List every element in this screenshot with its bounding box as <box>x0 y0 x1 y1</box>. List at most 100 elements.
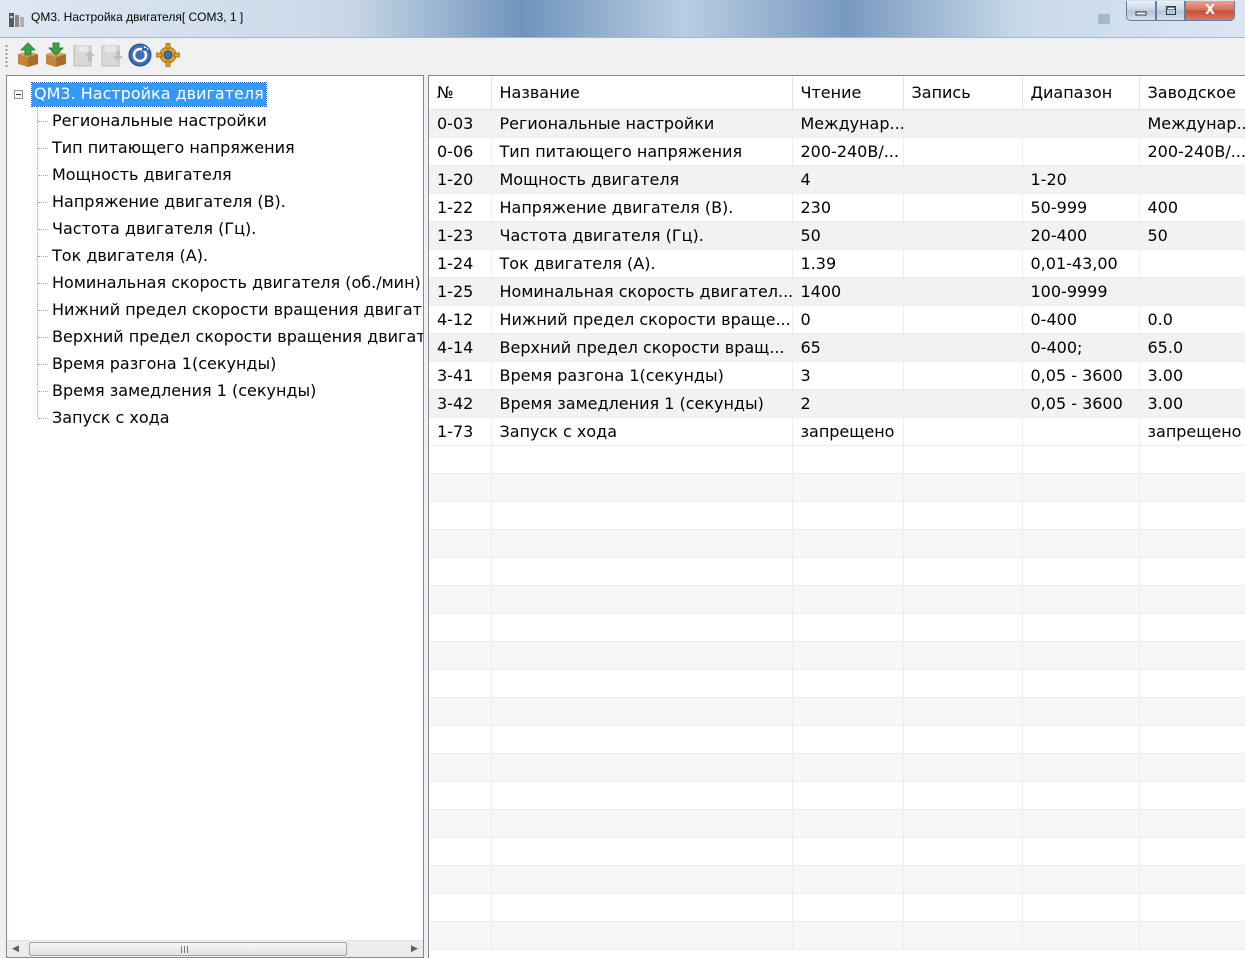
cell-factory: 200-240В/... <box>1139 137 1245 166</box>
cell-write[interactable] <box>903 277 1023 306</box>
tree-item[interactable]: Время замедления 1 (секунды) <box>7 378 423 405</box>
table-row[interactable]: 0-06 Тип питающего напряжения 200-240В/.… <box>429 137 1245 166</box>
table-row[interactable]: 1-23 Частота двигателя (Гц). 50 20-400 5… <box>429 221 1245 250</box>
grid-column-separator <box>903 474 904 502</box>
cell-write[interactable] <box>903 389 1023 418</box>
grid-column-separator <box>1139 698 1140 726</box>
cell-name: Тип питающего напряжения <box>491 137 793 166</box>
window-title: QM3. Настройка двигателя[ COM3, 1 ] <box>31 10 244 24</box>
tree-item[interactable]: Мощность двигателя <box>7 162 423 189</box>
upload-disabled-icon <box>73 45 95 67</box>
cell-factory: 3.00 <box>1139 361 1245 390</box>
tree-item[interactable]: Тип питающего напряжения <box>7 135 423 162</box>
grid-column-separator <box>903 558 904 586</box>
cell-write[interactable] <box>903 333 1023 362</box>
toolbar <box>0 38 1245 74</box>
cell-name: Нижний предел скорости враще... <box>491 305 793 334</box>
tree-item-label: Запуск с хода <box>52 408 170 427</box>
column-header-number[interactable]: № <box>429 76 492 110</box>
empty-grid-row <box>429 586 1245 614</box>
collapse-icon[interactable] <box>14 90 23 99</box>
grid-column-separator <box>1022 446 1023 474</box>
title-bar[interactable]: QM3. Настройка двигателя[ COM3, 1 ] X <box>0 0 1245 38</box>
cell-write[interactable] <box>903 361 1023 390</box>
tree-item[interactable]: Время разгона 1(секунды) <box>7 351 423 378</box>
column-header-write[interactable]: Запись <box>903 76 1023 110</box>
settings-icon <box>156 43 180 67</box>
grid-column-separator <box>1139 922 1140 950</box>
refresh-button[interactable] <box>127 42 153 68</box>
table-row[interactable]: 1-73 Запуск с хода запрещено запрещено <box>429 417 1245 446</box>
tree-item[interactable]: Номинальная скорость двигателя (об./мин) <box>7 270 423 297</box>
cell-name: Ток двигателя (А). <box>491 249 793 278</box>
cell-write[interactable] <box>903 249 1023 278</box>
horizontal-scrollbar[interactable]: ◀ ▶ <box>7 940 423 957</box>
tree-item[interactable]: Ток двигателя (А). <box>7 243 423 270</box>
cell-write[interactable] <box>903 109 1023 138</box>
table-row[interactable]: 1-24 Ток двигателя (А). 1.39 0,01-43,00 <box>429 249 1245 278</box>
cell-number: 1-20 <box>429 165 492 194</box>
table-row[interactable]: 0-03 Региональные настройки Междунар... … <box>429 109 1245 138</box>
tree-item-label: Региональные настройки <box>52 111 267 130</box>
cell-name: Номинальная скорость двигател... <box>491 277 793 306</box>
tree-branch-line <box>38 391 48 392</box>
grid-column-separator <box>792 530 793 558</box>
scrollbar-thumb[interactable] <box>29 942 347 956</box>
column-header-read[interactable]: Чтение <box>792 76 904 110</box>
parameter-tree[interactable]: QM3. Настройка двигателя Региональные на… <box>6 75 424 958</box>
cell-write[interactable] <box>903 165 1023 194</box>
download-button[interactable] <box>43 42 69 68</box>
tree-item[interactable]: Запуск с хода <box>7 405 423 432</box>
tree-item[interactable]: Напряжение двигателя (В). <box>7 189 423 216</box>
cell-write[interactable] <box>903 305 1023 334</box>
scroll-left-icon[interactable]: ◀ <box>7 941 24 957</box>
cell-write[interactable] <box>903 137 1023 166</box>
grid-column-separator <box>903 894 904 922</box>
cell-write[interactable] <box>903 417 1023 446</box>
table-row[interactable]: 4-12 Нижний предел скорости враще... 0 0… <box>429 305 1245 334</box>
column-header-range[interactable]: Диапазон <box>1022 76 1140 110</box>
table-row[interactable]: 4-14 Верхний предел скорости вращ... 65 … <box>429 333 1245 362</box>
maximize-button[interactable] <box>1156 1 1185 21</box>
cell-write[interactable] <box>903 193 1023 222</box>
cell-range: 1-20 <box>1022 165 1140 194</box>
close-button[interactable]: X <box>1185 1 1235 21</box>
tree-root-label[interactable]: QM3. Настройка двигателя <box>31 82 267 107</box>
tree-root[interactable]: QM3. Настройка двигателя <box>7 82 423 107</box>
grid-column-separator <box>1022 810 1023 838</box>
empty-grid-row <box>429 670 1245 698</box>
parameter-table[interactable]: № Название Чтение Запись Диапазон Заводс… <box>428 75 1245 958</box>
table-row[interactable]: 1-20 Мощность двигателя 4 1-20 <box>429 165 1245 194</box>
tree-item[interactable]: Нижний предел скорости вращения двигат <box>7 297 423 324</box>
grid-column-separator <box>792 474 793 502</box>
table-row[interactable]: 1-22 Напряжение двигателя (В). 230 50-99… <box>429 193 1245 222</box>
cell-range: 0,01-43,00 <box>1022 249 1140 278</box>
column-header-name[interactable]: Название <box>491 76 793 110</box>
scroll-right-icon[interactable]: ▶ <box>406 941 423 957</box>
minimize-button[interactable] <box>1126 1 1156 21</box>
grid-column-separator <box>1022 754 1023 782</box>
grid-column-separator <box>491 530 492 558</box>
cell-write[interactable] <box>903 221 1023 250</box>
download-disabled-button[interactable] <box>99 42 125 68</box>
cell-number: 3-42 <box>429 389 492 418</box>
table-row[interactable]: 1-25 Номинальная скорость двигател... 14… <box>429 277 1245 306</box>
table-row[interactable]: 3-42 Время замедления 1 (секунды) 2 0,05… <box>429 389 1245 418</box>
column-header-factory[interactable]: Заводское <box>1139 76 1245 110</box>
cell-number: 4-14 <box>429 333 492 362</box>
toolbar-grip[interactable] <box>5 44 8 68</box>
tree-item[interactable]: Частота двигателя (Гц). <box>7 216 423 243</box>
upload-button[interactable] <box>15 42 41 68</box>
cell-number: 0-06 <box>429 137 492 166</box>
settings-button[interactable] <box>155 42 181 68</box>
tree-item[interactable]: Региональные настройки <box>7 108 423 135</box>
grid-column-separator <box>903 726 904 754</box>
grid-column-separator <box>792 754 793 782</box>
tree-item[interactable]: Верхний предел скорости вращения двигат <box>7 324 423 351</box>
cell-name: Время замедления 1 (секунды) <box>491 389 793 418</box>
cell-number: 1-25 <box>429 277 492 306</box>
upload-disabled-button[interactable] <box>71 42 97 68</box>
cell-name: Верхний предел скорости вращ... <box>491 333 793 362</box>
table-row[interactable]: 3-41 Время разгона 1(секунды) 3 0,05 - 3… <box>429 361 1245 390</box>
cell-factory: 50 <box>1139 221 1245 250</box>
